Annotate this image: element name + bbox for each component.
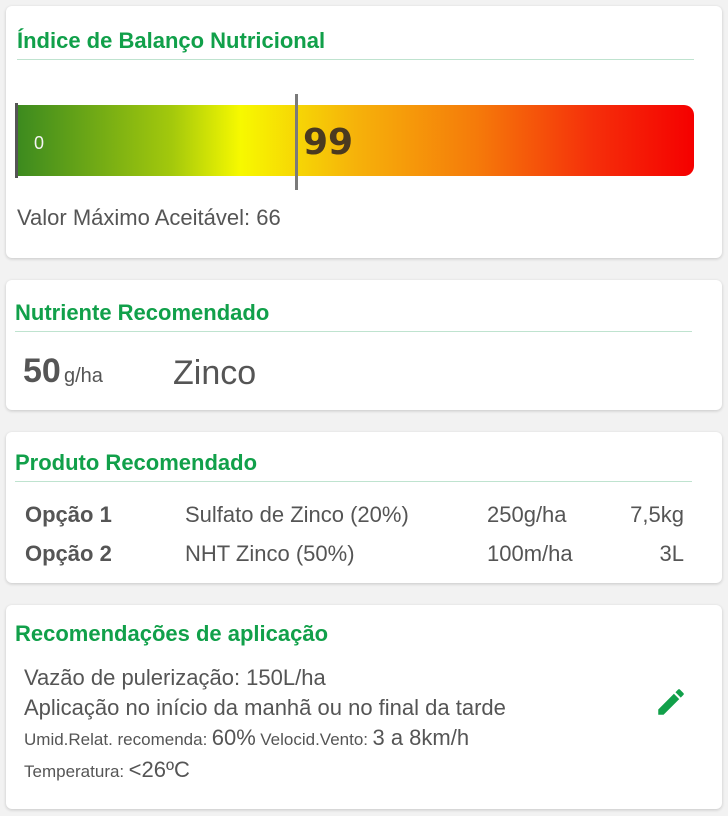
balance-index-title: Índice de Balanço Nutricional: [17, 28, 326, 53]
temperature-label: Temperatura:: [24, 762, 125, 781]
option-dose: 100m/ha: [487, 541, 573, 566]
title-divider: [15, 331, 692, 332]
humidity-wind-line: Umid.Relat. recomenda: 60% Velocid.Vento…: [24, 725, 469, 751]
recommended-nutrient-card: Nutriente Recomendado 50 g/ha Zinco: [6, 280, 722, 410]
nutrient-name: Zinco: [173, 354, 257, 392]
title-divider: [17, 59, 694, 60]
scale-min-label: 0: [34, 133, 45, 153]
wind-label: Velocid.Vento:: [260, 730, 369, 749]
recommended-product-title: Produto Recomendado: [15, 450, 258, 475]
option-label: Opção 1: [25, 502, 112, 527]
product-option-row: Opção 1 Sulfato de Zinco (20%) 250g/ha 7…: [6, 502, 722, 532]
max-acceptable-text: Valor Máximo Aceitável: 66: [17, 205, 281, 230]
pencil-icon[interactable]: [654, 685, 688, 719]
temperature-line: Temperatura: <26ºC: [24, 757, 190, 783]
option-product: NHT Zinco (50%): [185, 541, 355, 566]
balance-scale-bar: [17, 105, 694, 176]
product-option-row: Opção 2 NHT Zinco (50%) 100m/ha 3L: [6, 541, 722, 571]
recommended-product-card: Produto Recomendado Opção 1 Sulfato de Z…: [6, 432, 722, 583]
option-product: Sulfato de Zinco (20%): [185, 502, 409, 527]
option-dose: 250g/ha: [487, 502, 567, 527]
option-total: 7,5kg: [630, 502, 684, 527]
option-label: Opção 2: [25, 541, 112, 566]
wind-value: 3 a 8km/h: [372, 725, 470, 750]
humidity-value: 60%: [211, 725, 256, 750]
scale-start-tick: [15, 103, 18, 178]
balance-index-value: 99: [303, 122, 354, 163]
value-marker: [295, 94, 298, 190]
recommended-nutrient-title: Nutriente Recomendado: [15, 300, 270, 325]
application-title: Recomendações de aplicação: [15, 621, 329, 646]
timing-text: Aplicação no início da manhã ou no final…: [24, 695, 506, 720]
option-total: 3L: [659, 541, 684, 566]
humidity-label: Umid.Relat. recomenda:: [24, 730, 208, 749]
nutrient-dose-unit: g/ha: [64, 365, 103, 387]
flow-rate-text: Vazão de pulerização: 150L/ha: [24, 665, 326, 690]
temperature-value: <26ºC: [128, 757, 190, 782]
nutrient-dose-value: 50: [23, 352, 61, 390]
application-card: Recomendações de aplicação Vazão de pule…: [6, 605, 722, 809]
title-divider: [15, 481, 692, 482]
